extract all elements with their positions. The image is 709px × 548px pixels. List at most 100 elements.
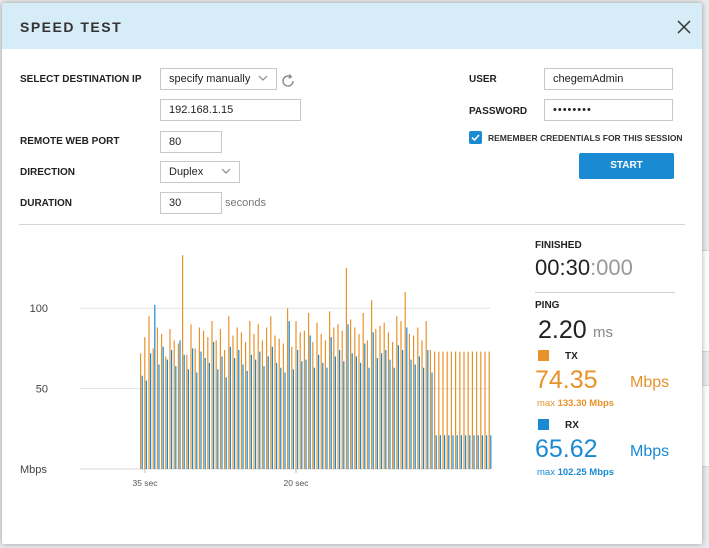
port-label: REMOTE WEB PORT (20, 136, 120, 147)
remember-checkbox[interactable] (469, 131, 482, 144)
tx-max-prefix: max (537, 398, 555, 409)
tx-legend-swatch (538, 350, 549, 361)
ping-unit: ms (593, 324, 613, 341)
rx-bar (347, 324, 349, 469)
rx-bar (414, 364, 416, 469)
tx-bar (320, 333, 322, 469)
rx-bar (145, 380, 147, 469)
tx-bar (316, 322, 318, 469)
tx-bar (383, 322, 385, 469)
rx-bar (179, 340, 181, 469)
tx-bar (156, 327, 158, 469)
rx-bar (166, 359, 168, 469)
tx-bar (144, 337, 146, 469)
tx-unit: Mbps (630, 374, 670, 391)
rx-max: max 102.25 Mbps (537, 467, 614, 478)
rx-bar (267, 356, 269, 469)
rx-bar (288, 321, 290, 469)
chevron-down-icon (221, 168, 231, 174)
tx-bar (434, 351, 436, 469)
tx-bar (303, 330, 305, 469)
y-tick-label: 100 (30, 303, 48, 315)
tx-bar (375, 329, 377, 469)
y-axis-label: Mbps (20, 464, 47, 476)
tx-bar (421, 340, 423, 469)
rx-bar (473, 435, 475, 469)
rx-bar (343, 361, 345, 469)
tx-bar (341, 330, 343, 469)
tx-bar (266, 327, 268, 469)
tx-bar (236, 327, 238, 469)
divider (19, 224, 685, 225)
rx-bar (263, 366, 265, 469)
rx-max-prefix: max (537, 467, 555, 478)
rx-bar (389, 359, 391, 469)
rx-bar (204, 358, 206, 469)
tx-bar (387, 332, 389, 469)
dialog-title: SPEED TEST (20, 19, 123, 35)
rx-bar (418, 356, 420, 469)
rx-bar (246, 370, 248, 469)
user-label: USER (469, 74, 497, 85)
rx-bar (339, 350, 341, 469)
tx-bar (211, 321, 213, 469)
tx-bar (362, 313, 364, 469)
rx-bar (158, 364, 160, 469)
tx-bar (219, 329, 221, 469)
rx-bar (469, 435, 471, 469)
tx-bar (417, 327, 419, 469)
rx-bar (360, 362, 362, 469)
start-button[interactable]: START (579, 153, 674, 179)
tx-bar (224, 350, 226, 469)
rx-bar (318, 354, 320, 469)
rx-bar (217, 369, 219, 469)
tx-bar (392, 341, 394, 469)
rx-bar (460, 435, 462, 469)
rx-bar (427, 350, 429, 469)
password-input[interactable]: •••••••• (544, 99, 673, 121)
refresh-icon[interactable] (280, 73, 296, 89)
tx-bar (324, 340, 326, 469)
rx-bar (313, 367, 315, 469)
rx-bar (280, 367, 282, 469)
timer-ms: :000 (590, 255, 633, 280)
tx-max: max 133.30 Mbps (537, 398, 614, 409)
rx-bar (292, 369, 294, 469)
speed-test-dialog: SPEED TEST SELECT DESTINATION IP specify… (2, 3, 702, 544)
tx-bar (337, 324, 339, 469)
tx-bar (484, 351, 486, 469)
rx-bar (171, 350, 173, 469)
rx-bar (364, 343, 366, 469)
tx-bar (190, 324, 192, 469)
tx-bar (245, 341, 247, 469)
tx-bar (463, 351, 465, 469)
close-icon[interactable] (676, 19, 692, 35)
tx-bar (476, 351, 478, 469)
user-input[interactable]: chegemAdmin (544, 68, 673, 90)
tx-max-value: 133.30 Mbps (557, 398, 615, 409)
port-input[interactable]: 80 (160, 131, 222, 153)
remember-label[interactable]: REMEMBER CREDENTIALS FOR THIS SESSION (488, 133, 683, 143)
rx-bar (368, 367, 370, 469)
tx-bar (186, 354, 188, 469)
duration-input[interactable]: 30 (160, 192, 222, 214)
rx-bar (238, 350, 240, 469)
destination-select[interactable]: specify manually (160, 68, 277, 90)
duration-unit: seconds (225, 197, 266, 209)
rx-bar (326, 367, 328, 469)
tx-bar (329, 311, 331, 469)
tx-bar (261, 340, 263, 469)
direction-select[interactable]: Duplex (160, 161, 240, 183)
rx-bar (444, 435, 446, 469)
rx-bar (154, 304, 156, 469)
tx-bar (253, 333, 255, 469)
tx-bar (425, 321, 427, 469)
tx-bar (371, 300, 373, 469)
rx-bar (410, 359, 412, 469)
tx-bar (442, 351, 444, 469)
tx-bar (408, 333, 410, 469)
password-label: PASSWORD (469, 106, 528, 117)
destination-ip-input[interactable]: 192.168.1.15 (160, 99, 301, 121)
speed-chart: 50 100 Mbps 35 sec 20 sec (20, 255, 492, 488)
rx-bar (242, 364, 244, 469)
